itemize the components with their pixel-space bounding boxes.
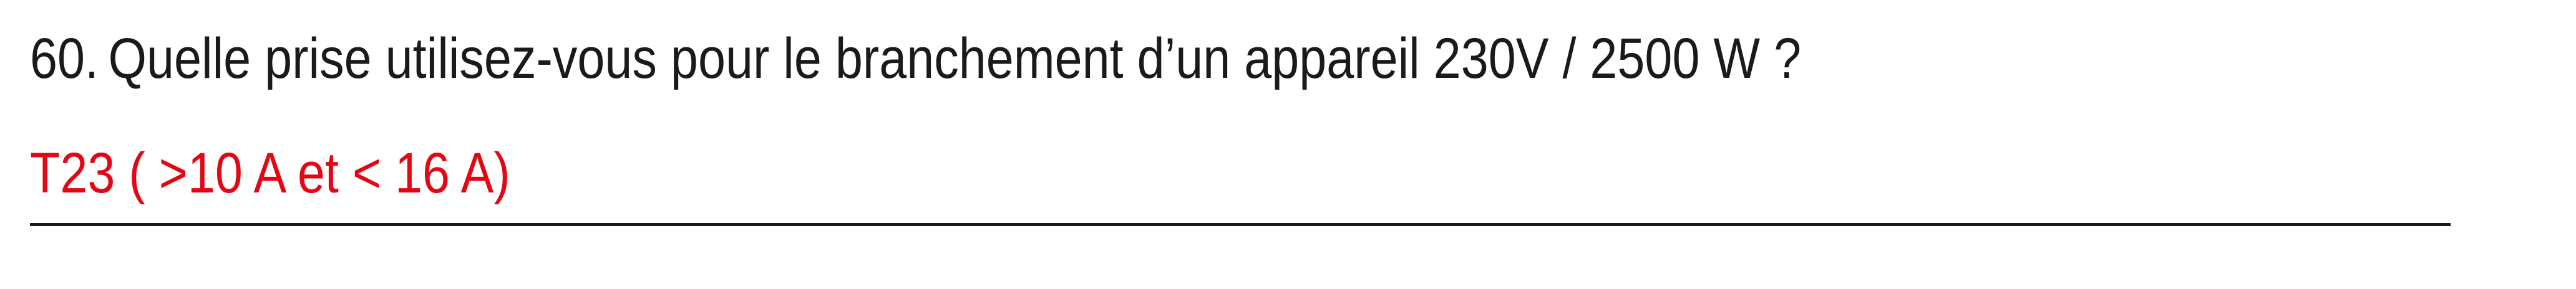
document-page: 60. Quelle prise utilisez-vous pour le br… — [0, 0, 2576, 289]
answer-underline — [30, 223, 2451, 226]
answer-text: T23 ( >10 A et < 16 A) — [30, 141, 510, 205]
question-text: Quelle prise utilisez-vous pour le branc… — [108, 27, 1802, 90]
question-line: 60. Quelle prise utilisez-vous pour le br… — [30, 30, 1801, 87]
question-number: 60. — [30, 27, 99, 90]
